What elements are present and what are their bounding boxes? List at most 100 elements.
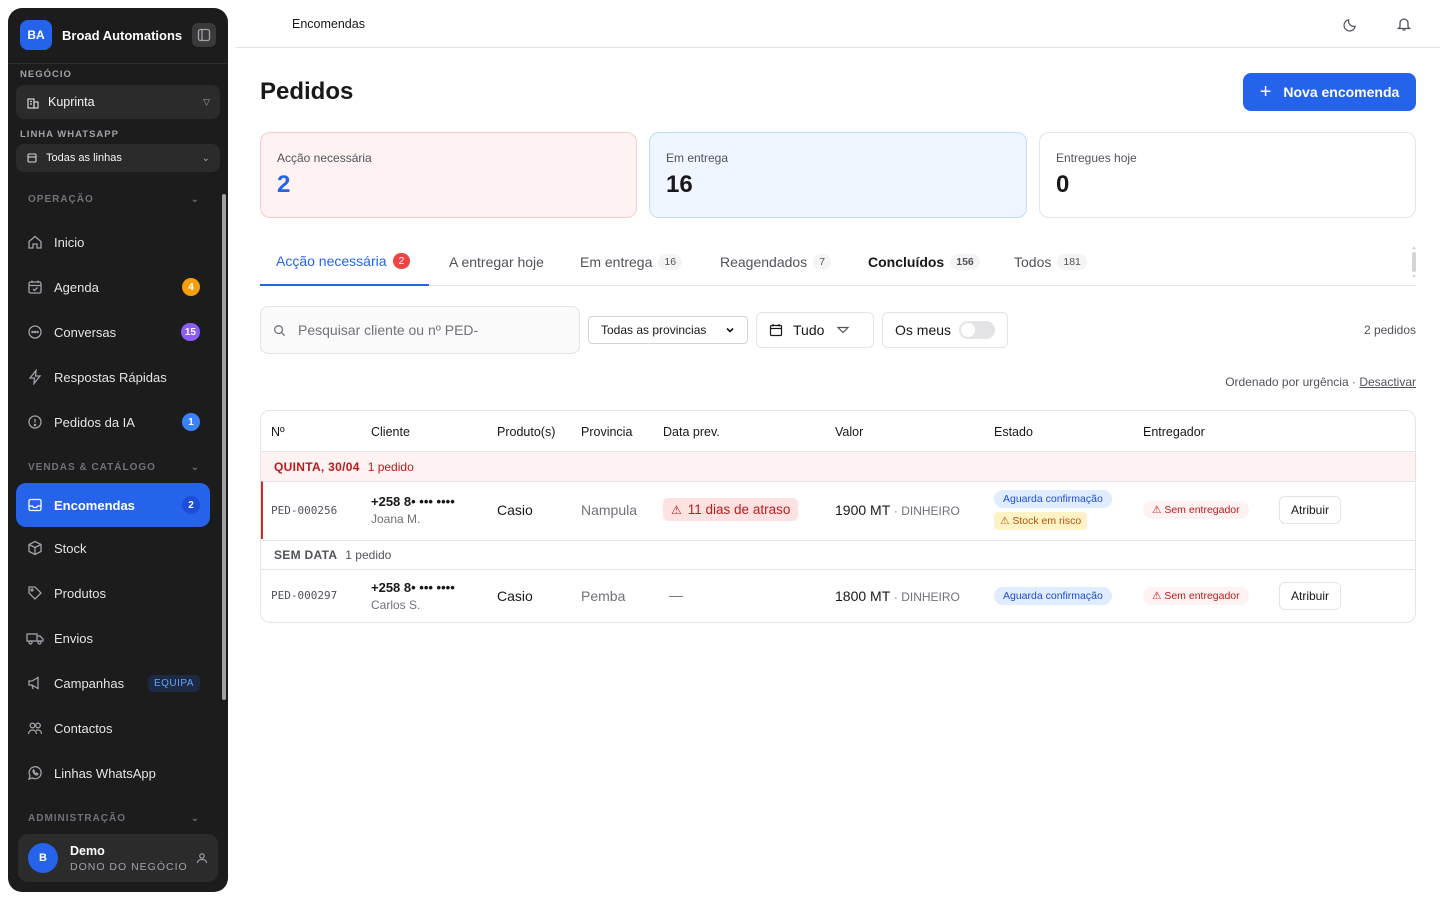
payment-method: · DINHEIRO bbox=[893, 590, 960, 604]
overdue-text: 11 dias de atraso bbox=[687, 502, 791, 517]
sidebar-item-agenda[interactable]: Agenda 4 bbox=[16, 265, 210, 309]
group-operation-label: OPERAÇÃO bbox=[28, 194, 94, 205]
group-row-date: QUINTA, 30/04 1 pedido bbox=[261, 452, 1415, 481]
column-header[interactable]: Estado bbox=[994, 425, 1033, 439]
group-row-no-date: SEM DATA 1 pedido bbox=[261, 540, 1415, 569]
scrollbar-thumb[interactable] bbox=[222, 194, 226, 700]
date-filter-value: Tudo bbox=[793, 322, 825, 338]
province-select[interactable]: Todas as provincias bbox=[588, 316, 748, 344]
sidebar-item-campanhas[interactable]: Campanhas EQUIPA bbox=[16, 661, 210, 705]
warning-icon: ⚠ bbox=[1000, 515, 1013, 527]
group-count: 1 pedido bbox=[345, 548, 392, 562]
user-card[interactable]: B Demo DONO DO NEGÓCIO bbox=[18, 834, 218, 882]
sidebar-item-stock[interactable]: Stock bbox=[16, 526, 210, 570]
value-cell: 1800 MT · DINHEIRO bbox=[835, 588, 960, 604]
business-select[interactable]: Kuprinta ▽ bbox=[16, 85, 220, 119]
customer-name: Joana M. bbox=[371, 512, 421, 526]
sidebar-item-label: Envios bbox=[54, 630, 94, 646]
sort-info: Ordenado por urgência · Desactivar bbox=[1225, 375, 1416, 389]
sidebar-item-contactos[interactable]: Contactos bbox=[16, 706, 210, 750]
tab-label: Reagendados bbox=[720, 254, 808, 270]
users-icon bbox=[26, 719, 44, 737]
sidebar-item-pedidos-ia[interactable]: Pedidos da IA 1 bbox=[16, 400, 210, 444]
new-order-button[interactable]: + Nova encomenda bbox=[1243, 73, 1416, 111]
count-badge: 2 bbox=[182, 496, 200, 514]
value-cell: 1900 MT · DINHEIRO bbox=[835, 502, 960, 518]
sidebar-nav: OPERAÇÃO ⌄ Inicio Agenda 4 Conversas 15 … bbox=[8, 184, 228, 824]
box-icon bbox=[26, 539, 44, 557]
no-courier-badge: ⚠ Sem entregador bbox=[1143, 587, 1249, 605]
user-role: DONO DO NEGÓCIO bbox=[70, 860, 188, 873]
disable-sort-link[interactable]: Desactivar bbox=[1359, 375, 1416, 389]
group-operation[interactable]: OPERAÇÃO ⌄ bbox=[28, 194, 200, 205]
tab-deliver-today[interactable]: A entregar hoje bbox=[433, 238, 560, 286]
business-label: NEGÓCIO bbox=[20, 69, 72, 80]
sidebar-item-inicio[interactable]: Inicio bbox=[16, 220, 210, 264]
chevron-down-icon: ⌄ bbox=[190, 462, 200, 473]
topbar-actions bbox=[1340, 12, 1414, 36]
search-input[interactable]: Pesquisar cliente ou nº PED- bbox=[260, 306, 580, 354]
avatar: B bbox=[28, 843, 58, 873]
stat-card-in-delivery[interactable]: Em entrega 16 bbox=[649, 132, 1027, 218]
column-header[interactable]: Entregador bbox=[1143, 425, 1205, 439]
column-header[interactable]: Cliente bbox=[371, 425, 410, 439]
sidebar-item-encomendas[interactable]: Encomendas 2 bbox=[16, 483, 210, 527]
group-title: SEM DATA bbox=[274, 548, 338, 562]
business-value: Kuprinta bbox=[48, 95, 95, 109]
sidebar-item-conversas[interactable]: Conversas 15 bbox=[16, 310, 210, 354]
column-header[interactable]: Provincia bbox=[581, 425, 632, 439]
no-courier-badge: ⚠ Sem entregador bbox=[1143, 501, 1249, 519]
stock-risk-badge: ⚠ Stock em risco bbox=[994, 512, 1088, 530]
province-value: Todas as provincias bbox=[601, 323, 707, 337]
moon-icon[interactable] bbox=[1340, 12, 1360, 36]
brand-name: Broad Automations bbox=[62, 27, 183, 43]
column-header[interactable]: Data prev. bbox=[663, 425, 720, 439]
sidebar-item-produtos[interactable]: Produtos bbox=[16, 571, 210, 615]
sidebar-item-label: Stock bbox=[54, 540, 87, 556]
sidebar-item-label: Inicio bbox=[54, 234, 85, 250]
tab-completed[interactable]: Concluídos 156 bbox=[852, 238, 996, 286]
column-header[interactable]: Nº bbox=[271, 425, 285, 439]
tab-label: A entregar hoje bbox=[449, 254, 544, 270]
tab-all[interactable]: Todos 181 bbox=[998, 238, 1103, 286]
stat-label: Entregues hoje bbox=[1056, 151, 1137, 165]
group-admin[interactable]: ADMINISTRAÇÃO ⌄ bbox=[28, 813, 200, 824]
sidebar-item-envios[interactable]: Envios bbox=[16, 616, 210, 660]
order-id[interactable]: PED-000256 bbox=[271, 504, 337, 517]
stat-card-delivered-today[interactable]: Entregues hoje 0 bbox=[1039, 132, 1416, 218]
tab-rescheduled[interactable]: Reagendados 7 bbox=[704, 238, 847, 286]
table-row[interactable]: PED-000256 +258 8• ••• •••• Joana M. Cas… bbox=[261, 481, 1415, 539]
sidebar-item-linhas-whatsapp[interactable]: Linhas WhatsApp bbox=[16, 751, 210, 795]
order-id[interactable]: PED-000297 bbox=[271, 589, 337, 602]
group-sales[interactable]: VENDAS & CATÁLOGO ⌄ bbox=[28, 462, 200, 473]
courier-text: Sem entregador bbox=[1164, 590, 1240, 602]
column-header[interactable]: Valor bbox=[835, 425, 863, 439]
sidebar-scrollbar[interactable] bbox=[222, 184, 226, 824]
date-filter-button[interactable]: Tudo bbox=[756, 312, 874, 348]
assign-button[interactable]: Atribuir bbox=[1279, 496, 1341, 524]
stat-card-action[interactable]: Acção necessária 2 bbox=[260, 132, 637, 218]
my-orders-toggle[interactable]: Os meus bbox=[882, 312, 1008, 348]
app-root: BA Broad Automations NEGÓCIO Kuprinta ▽ … bbox=[0, 0, 1440, 900]
column-header[interactable]: Produto(s) bbox=[497, 425, 555, 439]
sidebar-item-respostas-rapidas[interactable]: Respostas Rápidas bbox=[16, 355, 210, 399]
chat-icon bbox=[26, 323, 44, 341]
tabs-scroll-indicator[interactable] bbox=[1411, 246, 1416, 278]
sidebar-collapse-button[interactable] bbox=[192, 23, 216, 47]
sidebar-item-label: Campanhas bbox=[54, 675, 125, 691]
toggle-switch[interactable] bbox=[959, 321, 995, 339]
line-select[interactable]: Todas as linhas ⌄ bbox=[16, 144, 220, 172]
phone-line-icon bbox=[27, 153, 37, 163]
count-badge: 15 bbox=[180, 323, 200, 341]
warning-icon: ⚠ bbox=[671, 502, 682, 517]
sidebar-item-label: Respostas Rápidas bbox=[54, 369, 167, 385]
tab-in-delivery[interactable]: Em entrega 16 bbox=[564, 238, 698, 286]
group-sales-label: VENDAS & CATÁLOGO bbox=[28, 462, 156, 473]
tab-action-needed[interactable]: Acção necessária 2 bbox=[260, 238, 429, 286]
table-row[interactable]: PED-000297 +258 8• ••• •••• Carlos S. Ca… bbox=[261, 569, 1415, 622]
bell-icon[interactable] bbox=[1394, 12, 1414, 36]
count-badge: 4 bbox=[182, 278, 200, 296]
assign-button[interactable]: Atribuir bbox=[1279, 582, 1341, 610]
tab-count: 7 bbox=[813, 254, 832, 270]
plus-icon: + bbox=[1259, 80, 1272, 103]
